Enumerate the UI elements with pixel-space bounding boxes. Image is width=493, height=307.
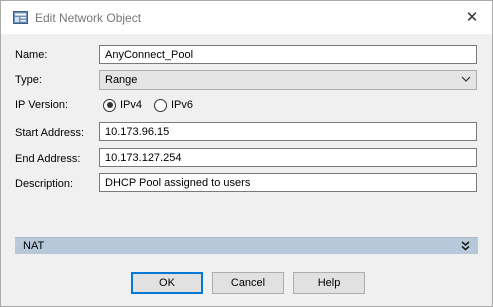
ok-button[interactable]: OK [131,272,203,294]
cancel-button[interactable]: Cancel [212,272,284,294]
ok-button-label: OK [159,277,175,289]
end-address-value: 10.173.127.254 [105,152,182,164]
type-value: Range [105,74,138,86]
type-select[interactable]: Range [99,70,477,90]
close-button[interactable]: ✕ [458,5,486,31]
cancel-button-label: Cancel [230,277,266,289]
double-chevron-down-icon[interactable] [461,241,470,251]
close-icon: ✕ [465,9,479,26]
start-address-value: 10.173.96.15 [105,126,170,138]
dialog-title: Edit Network Object [35,11,142,25]
ipv6-radio[interactable]: IPv6 [154,97,193,113]
chevron-down-icon [461,76,471,82]
help-button[interactable]: Help [293,272,365,294]
network-object-icon [13,11,28,24]
title-bar[interactable]: Edit Network Object ✕ [1,1,492,34]
name-input[interactable]: AnyConnect_Pool [99,45,477,64]
start-address-label: Start Address: [15,127,85,139]
description-value: DHCP Pool assigned to users [105,177,251,189]
description-label: Description: [15,178,74,190]
ipv4-radio[interactable]: IPv4 [103,97,142,113]
type-label: Type: [15,74,42,86]
ipv6-radio-indicator[interactable] [154,98,167,112]
nat-section-header[interactable]: NAT [15,237,478,254]
end-address-label: End Address: [15,153,81,165]
start-address-input[interactable]: 10.173.96.15 [99,122,477,141]
end-address-input[interactable]: 10.173.127.254 [99,148,477,167]
help-button-label: Help [317,277,341,289]
description-input[interactable]: DHCP Pool assigned to users [99,173,477,192]
name-label: Name: [15,49,48,61]
edit-network-object-dialog: Edit Network Object ✕ Name: AnyConnect_P… [0,0,493,307]
name-value: AnyConnect_Pool [105,49,194,61]
ipv6-label: IPv6 [171,99,194,111]
ipv4-radio-indicator[interactable] [103,98,116,112]
nat-label: NAT [23,240,45,252]
ip-version-label: IP Version: [15,99,68,111]
ipv4-label: IPv4 [120,99,143,111]
